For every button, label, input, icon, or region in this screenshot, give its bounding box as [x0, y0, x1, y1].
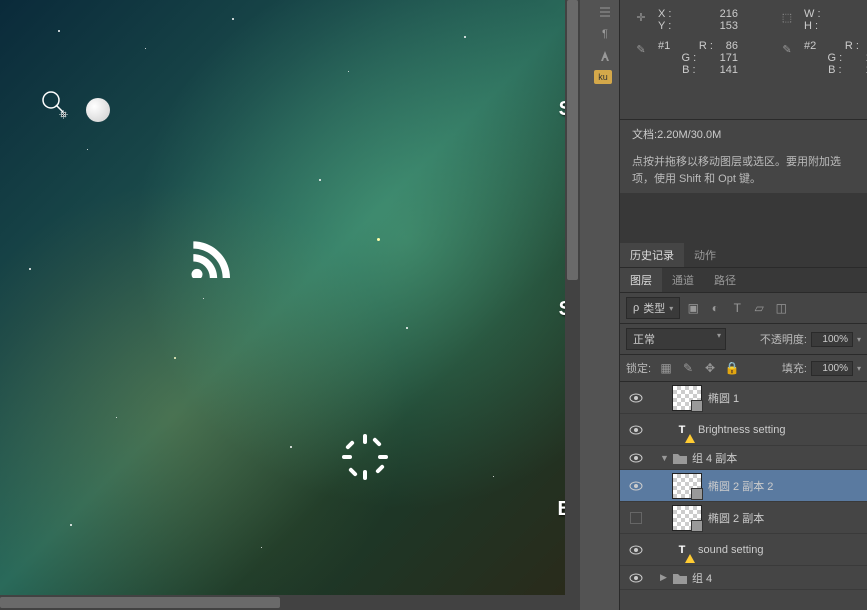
- layer-name[interactable]: sound setting: [698, 544, 763, 556]
- rss-icon: [186, 234, 230, 278]
- visibility-toggle[interactable]: [624, 481, 648, 491]
- lock-label: 锁定:: [626, 360, 651, 376]
- moon-shape: [86, 98, 110, 122]
- text-layer-icon: T: [672, 540, 692, 560]
- eyedropper-icon: ✎: [632, 40, 650, 58]
- visibility-toggle[interactable]: [624, 512, 648, 524]
- scrollbar-thumb[interactable]: [567, 0, 578, 280]
- right-panels: ✛ X :216 Y :153 ⬚ W : H : ✎ #1 R :86 G :…: [620, 0, 867, 610]
- fill-label: 填充:: [782, 360, 807, 376]
- layer-row[interactable]: T Brightness setting: [620, 414, 867, 446]
- layers-list: 椭圆 1 T Brightness setting ▼ 组 4 副本 椭圆 2 …: [620, 382, 867, 590]
- visibility-toggle[interactable]: [624, 393, 648, 403]
- folder-icon: [672, 451, 688, 465]
- eyedropper-icon: ✎: [778, 40, 796, 58]
- crosshair-icon: ✛: [632, 8, 650, 26]
- visibility-toggle[interactable]: [624, 453, 648, 463]
- tool-hint: 点按并拖移以移动图层或选区。要用附加选项，使用 Shift 和 Opt 键。: [620, 148, 867, 193]
- y-label: Y :: [658, 20, 671, 32]
- opacity-input[interactable]: 100%: [811, 332, 853, 347]
- opacity-label: 不透明度:: [760, 331, 807, 347]
- layer-row[interactable]: 椭圆 1: [620, 382, 867, 414]
- layer-group-row[interactable]: ▼ 组 4 副本: [620, 446, 867, 470]
- canvas-scrollbar-vertical[interactable]: [565, 0, 580, 595]
- folder-icon: [672, 571, 688, 585]
- document-size: 文档:2.20M/30.0M: [620, 120, 867, 148]
- layer-thumbnail[interactable]: [672, 473, 702, 499]
- layer-thumbnail[interactable]: [672, 505, 702, 531]
- lock-transparency-icon[interactable]: ▦: [657, 359, 675, 377]
- layers-tabs: 图层 通道 路径: [620, 268, 867, 293]
- visibility-toggle[interactable]: [624, 425, 648, 435]
- layer-row[interactable]: 椭圆 2 副本: [620, 502, 867, 534]
- paragraph-icon[interactable]: ¶: [592, 24, 618, 44]
- w-label: W :: [804, 8, 821, 20]
- layer-name[interactable]: Brightness setting: [698, 424, 785, 436]
- blend-mode-dropdown[interactable]: 正常: [626, 328, 726, 350]
- sampler2-label: #2: [804, 40, 816, 52]
- tab-paths[interactable]: 路径: [704, 268, 746, 292]
- info-panel: ✛ X :216 Y :153 ⬚ W : H : ✎ #1 R :86 G :…: [620, 0, 867, 120]
- tab-layers[interactable]: 图层: [620, 268, 662, 292]
- filter-image-icon[interactable]: ▣: [684, 299, 702, 317]
- history-tabs: 历史记录 动作: [620, 243, 867, 268]
- stars-decoration: [0, 0, 580, 595]
- layer-row[interactable]: T sound setting: [620, 534, 867, 566]
- tab-channels[interactable]: 通道: [662, 268, 704, 292]
- layer-name[interactable]: 组 4: [692, 570, 712, 586]
- canvas-viewport[interactable]: S S B: [0, 0, 580, 595]
- x-value: 216: [720, 8, 738, 20]
- lock-position-icon[interactable]: ✥: [701, 359, 719, 377]
- layer-thumbnail[interactable]: [672, 385, 702, 411]
- scrollbar-thumb[interactable]: [0, 597, 280, 608]
- canvas-scrollbar-horizontal[interactable]: [0, 595, 580, 610]
- visibility-toggle[interactable]: [624, 573, 648, 583]
- layer-name[interactable]: 椭圆 1: [708, 390, 739, 406]
- visibility-toggle[interactable]: [624, 545, 648, 555]
- fill-input[interactable]: 100%: [811, 361, 853, 376]
- lock-pixels-icon[interactable]: ✎: [679, 359, 697, 377]
- tab-actions[interactable]: 动作: [684, 243, 726, 267]
- expand-arrow-icon[interactable]: ▶: [660, 572, 672, 583]
- warning-icon: [685, 554, 695, 563]
- tab-history[interactable]: 历史记录: [620, 243, 684, 267]
- s1-b: 141: [720, 64, 738, 76]
- filter-adjust-icon[interactable]: ◐: [706, 299, 724, 317]
- kuler-icon[interactable]: ku: [594, 70, 612, 84]
- dimensions-icon: ⬚: [778, 8, 796, 26]
- warning-icon: [685, 434, 695, 443]
- layer-name[interactable]: 椭圆 2 副本: [708, 510, 764, 526]
- loading-spinner-icon: [340, 432, 390, 482]
- collapsed-tool-strip: ¶ ku: [590, 0, 620, 610]
- character-icon[interactable]: [592, 46, 618, 66]
- h-label: H :: [804, 20, 818, 32]
- filter-shape-icon[interactable]: ▱: [750, 299, 768, 317]
- filter-type-icon[interactable]: T: [728, 299, 746, 317]
- layer-group-row[interactable]: ▶ 组 4: [620, 566, 867, 590]
- filter-kind-dropdown[interactable]: ρ类型: [626, 297, 680, 319]
- layer-filter-row: ρ类型 ▣ ◐ T ▱ ◫: [620, 293, 867, 324]
- text-layer-icon: T: [672, 420, 692, 440]
- layer-row[interactable]: 椭圆 2 副本 2: [620, 470, 867, 502]
- layer-name[interactable]: 椭圆 2 副本 2: [708, 478, 773, 494]
- filter-smart-icon[interactable]: ◫: [772, 299, 790, 317]
- s1-g: 171: [720, 52, 738, 64]
- lock-all-icon[interactable]: 🔒: [723, 359, 741, 377]
- sampler1-label: #1: [658, 40, 670, 52]
- panel-toggle-icon[interactable]: [592, 2, 618, 22]
- s1-r: 86: [726, 40, 738, 52]
- x-label: X :: [658, 8, 671, 20]
- y-value: 153: [720, 20, 738, 32]
- expand-arrow-icon[interactable]: ▼: [660, 453, 672, 463]
- layer-name[interactable]: 组 4 副本: [692, 450, 737, 466]
